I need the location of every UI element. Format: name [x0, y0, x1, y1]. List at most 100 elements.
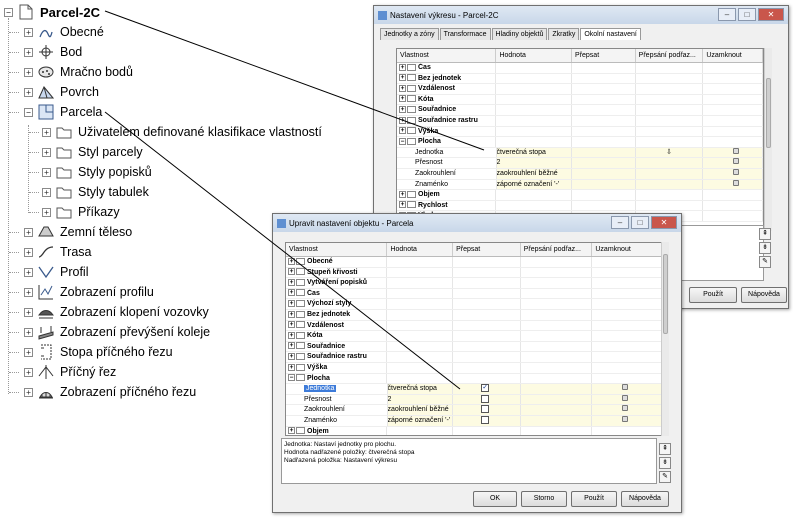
- child-override-cell[interactable]: [636, 105, 704, 115]
- expand-box[interactable]: +: [399, 201, 406, 209]
- tree-subitem-1[interactable]: + Styl parcely: [42, 142, 143, 162]
- override-checkbox[interactable]: [453, 331, 521, 341]
- lock-icon[interactable]: [592, 257, 662, 267]
- property-value[interactable]: [387, 373, 454, 384]
- drawing-setting-row[interactable]: + Bez jednotek: [397, 73, 763, 85]
- lock-icon[interactable]: [703, 94, 763, 105]
- expand-box[interactable]: +: [24, 267, 33, 277]
- object-setting-row[interactable]: + Vytváření popisků: [286, 278, 662, 289]
- minimize-button[interactable]: –: [611, 216, 629, 229]
- expand-box[interactable]: +: [399, 95, 406, 103]
- child-override-cell[interactable]: [521, 352, 593, 362]
- override-checkbox[interactable]: [453, 288, 521, 299]
- lock-icon[interactable]: [592, 299, 662, 309]
- tree-item-5[interactable]: + Zemní těleso: [24, 222, 132, 242]
- expand-box[interactable]: +: [24, 327, 33, 337]
- maximize-button[interactable]: □: [738, 8, 756, 21]
- lock-icon[interactable]: [592, 394, 662, 405]
- expand-box[interactable]: +: [24, 347, 33, 357]
- object-setting-row[interactable]: Zaokrouhlení zaokrouhlení běžné: [286, 405, 662, 416]
- property-value[interactable]: 2: [496, 158, 573, 168]
- tab-2[interactable]: Hladiny objektů: [491, 28, 548, 40]
- override-checkbox[interactable]: [453, 341, 521, 352]
- lock-icon[interactable]: [592, 405, 662, 415]
- expand-all-icon[interactable]: ⇞: [659, 443, 671, 455]
- property-value[interactable]: [387, 299, 454, 309]
- lock-icon[interactable]: [592, 309, 662, 320]
- lock-icon[interactable]: [592, 426, 662, 435]
- expand-box[interactable]: −: [288, 374, 295, 382]
- apply-button[interactable]: Použít: [571, 491, 617, 507]
- expand-box[interactable]: −: [399, 137, 406, 145]
- override-checkbox[interactable]: [453, 405, 521, 415]
- tab-0[interactable]: Jednotky a zóny: [380, 28, 439, 40]
- property-value[interactable]: [387, 278, 454, 288]
- override-checkbox[interactable]: [453, 299, 521, 309]
- edit-icon[interactable]: ✎: [759, 256, 771, 268]
- override-checkbox[interactable]: [572, 94, 636, 105]
- tree-subitem-4[interactable]: + Příkazy: [42, 202, 120, 222]
- lock-icon[interactable]: [592, 415, 662, 426]
- expand-box[interactable]: +: [288, 321, 295, 329]
- collapse-all-icon[interactable]: ⇟: [759, 242, 771, 254]
- property-value[interactable]: [496, 84, 573, 94]
- object-setting-row[interactable]: − Plocha: [286, 373, 662, 385]
- tree-item-4[interactable]: − Parcela: [24, 102, 102, 122]
- expand-box[interactable]: +: [288, 353, 295, 360]
- property-value[interactable]: záporné označení '-': [387, 415, 454, 426]
- tree-subitem-2[interactable]: + Styly popisků: [42, 162, 152, 182]
- column-header-3[interactable]: Přepsání podřaz...: [636, 49, 704, 62]
- tree-item-7[interactable]: + Profil: [24, 262, 88, 282]
- help-button[interactable]: Nápověda: [741, 287, 787, 303]
- object-settings-grid[interactable]: Vlastnost Hodnota Přepsat Přepsání podřaz..…: [285, 242, 663, 436]
- child-override-cell[interactable]: [521, 320, 593, 331]
- column-header-1[interactable]: Hodnota: [387, 243, 454, 256]
- collapse-box[interactable]: −: [4, 7, 13, 17]
- expand-box[interactable]: +: [399, 190, 406, 198]
- object-setting-row[interactable]: + Výška: [286, 362, 662, 374]
- child-override-cell[interactable]: [521, 362, 593, 373]
- expand-box[interactable]: +: [288, 278, 295, 286]
- expand-box[interactable]: +: [399, 106, 406, 114]
- expand-box[interactable]: +: [42, 207, 51, 217]
- lock-icon[interactable]: [703, 126, 763, 137]
- drawing-setting-row[interactable]: + Čas: [397, 63, 763, 74]
- property-value[interactable]: záporné označení '-': [496, 179, 573, 190]
- expand-box[interactable]: +: [399, 63, 406, 71]
- property-value[interactable]: [387, 352, 454, 362]
- property-value[interactable]: čtverečná stopa: [496, 147, 573, 158]
- expand-box[interactable]: +: [288, 289, 295, 297]
- tree-item-8[interactable]: + Zobrazení profilu: [24, 282, 154, 302]
- edit-icon[interactable]: ✎: [659, 471, 671, 483]
- expand-box[interactable]: +: [24, 247, 33, 257]
- child-override-cell[interactable]: [520, 384, 593, 394]
- property-value[interactable]: [496, 190, 573, 200]
- property-value[interactable]: [496, 115, 573, 126]
- tab-3[interactable]: Zkratky: [548, 28, 580, 40]
- expand-box[interactable]: +: [399, 116, 406, 124]
- child-override-cell[interactable]: [636, 73, 704, 84]
- child-override-cell[interactable]: [521, 267, 593, 278]
- override-checkbox[interactable]: [453, 394, 521, 405]
- child-override-cell[interactable]: [521, 373, 593, 384]
- tree-item-0[interactable]: + Obecné: [24, 22, 104, 42]
- override-checkbox[interactable]: [453, 362, 521, 373]
- override-checkbox[interactable]: [453, 373, 521, 384]
- expand-box[interactable]: +: [288, 268, 295, 276]
- object-setting-row[interactable]: + Obecné: [286, 257, 662, 268]
- column-header-0[interactable]: Vlastnost: [397, 49, 497, 62]
- child-override-cell[interactable]: [520, 405, 593, 415]
- expand-box[interactable]: +: [288, 331, 295, 339]
- column-header-0[interactable]: Vlastnost: [286, 243, 388, 256]
- override-checkbox[interactable]: [453, 320, 521, 331]
- grid-scrollbar[interactable]: [661, 242, 669, 436]
- object-setting-row[interactable]: + Čas: [286, 288, 662, 300]
- child-override-cell[interactable]: [635, 168, 704, 179]
- expand-box[interactable]: +: [288, 257, 295, 265]
- child-override-cell[interactable]: [521, 309, 593, 320]
- property-value[interactable]: [387, 309, 454, 320]
- child-override-cell[interactable]: ⇩: [635, 147, 704, 158]
- drawing-settings-grid[interactable]: Vlastnost Hodnota Přepsat Přepsání podřaz..…: [396, 48, 764, 231]
- child-override-cell[interactable]: [636, 190, 704, 200]
- child-override-cell[interactable]: [635, 179, 704, 190]
